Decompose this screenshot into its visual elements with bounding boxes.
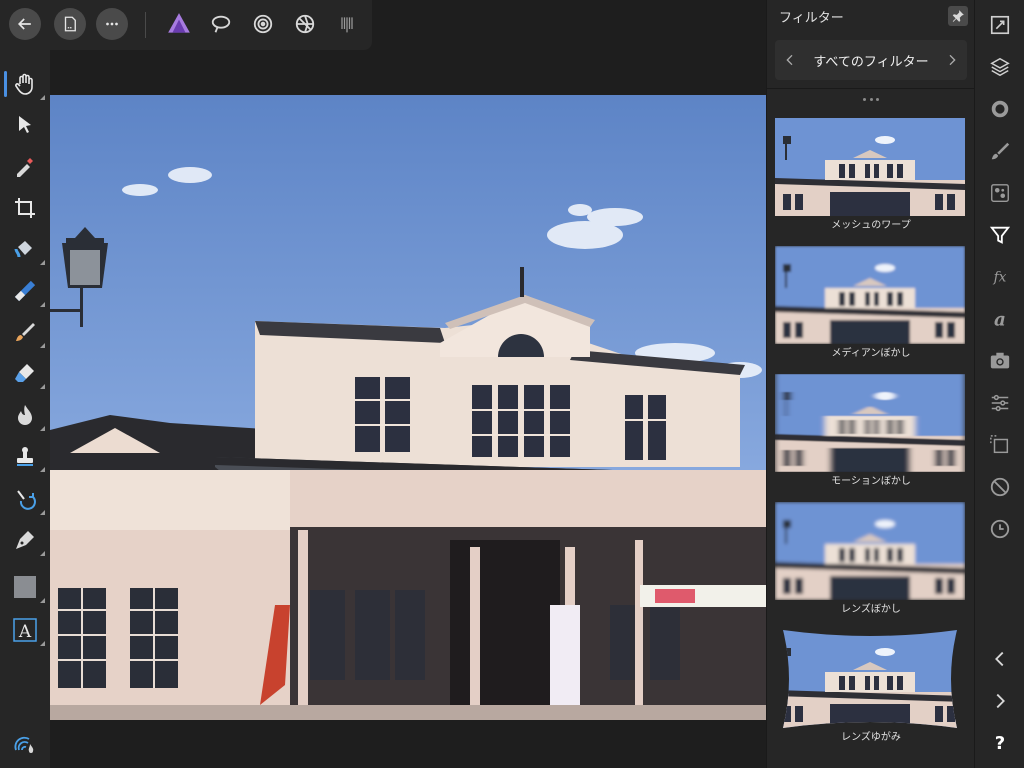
color-picker-icon[interactable] [9, 150, 41, 182]
tools-toolbar: A [0, 50, 50, 768]
app-window: A フィルター すべてのフィルター メッシュのワープ メディアンぼかし モーショ… [0, 0, 1024, 768]
filter-label: レンズゆがみ [841, 732, 901, 743]
filter-thumbnail [775, 118, 965, 216]
flood-fill-icon[interactable] [9, 233, 45, 265]
move-tool-icon[interactable] [9, 109, 41, 141]
filter-label: レンズぼかし [841, 604, 901, 615]
filter-label: モーションぼかし [831, 476, 911, 487]
fx-icon[interactable]: fx [986, 263, 1014, 291]
hand-tool-icon[interactable] [4, 68, 45, 100]
filter-item[interactable]: レンズぼかし [775, 502, 967, 630]
filter-item[interactable]: レンズゆがみ [775, 630, 967, 758]
filter-item[interactable]: モーションぼかし [775, 374, 967, 502]
top-toolbar [0, 0, 372, 50]
help-label: ? [994, 732, 1006, 754]
canvas-size-icon[interactable] [986, 11, 1014, 39]
adjustments-icon[interactable] [986, 389, 1014, 417]
dodge-burn-icon[interactable] [9, 399, 45, 431]
layers-icon[interactable] [986, 53, 1014, 81]
filter-thumbnail [775, 374, 965, 472]
photo-image[interactable] [50, 95, 766, 720]
pen-tool-icon[interactable] [9, 524, 45, 556]
develop-persona-icon[interactable] [247, 8, 279, 40]
help-icon[interactable]: ? [986, 729, 1014, 757]
svg-text:A: A [18, 622, 32, 642]
text-styles-icon[interactable]: a [986, 305, 1014, 333]
pin-icon[interactable] [948, 6, 968, 26]
panel-title: フィルター [779, 10, 844, 26]
brushes-icon[interactable] [986, 137, 1014, 165]
filter-item[interactable]: メッシュのワープ [775, 118, 967, 246]
filters-panel: フィルター すべてのフィルター メッシュのワープ メディアンぼかし モーションぼ… [766, 0, 975, 768]
color-swatch-icon[interactable] [9, 728, 41, 760]
transform-icon[interactable] [986, 431, 1014, 459]
ellipsis-icon[interactable] [96, 8, 128, 40]
gradient-tool-icon[interactable] [9, 275, 45, 307]
red-eye-icon[interactable] [9, 483, 45, 515]
filter-thumbnail [775, 502, 965, 600]
studio-toolbar: fx a ? [974, 0, 1024, 768]
liquify-persona-icon[interactable] [205, 8, 237, 40]
toolbar-separator [145, 12, 146, 38]
filter-list: メッシュのワープ メディアンぼかし モーションぼかし レンズぼかし レンズゆがみ [775, 118, 967, 768]
paint-brush-icon[interactable] [9, 316, 45, 348]
category-prev-icon[interactable] [781, 48, 799, 72]
filter-label: メッシュのワープ [831, 220, 911, 231]
history-icon[interactable] [986, 515, 1014, 543]
scroll-handle[interactable] [863, 98, 879, 102]
document-canvas[interactable] [50, 50, 766, 768]
clone-stamp-icon[interactable] [9, 440, 45, 472]
filter-label: メディアンぼかし [831, 348, 911, 359]
station-photo [50, 95, 766, 720]
chevron-left-icon[interactable] [986, 645, 1014, 673]
filter-item[interactable]: メディアンぼかし [775, 246, 967, 374]
filter-category-label: すべてのフィルター [813, 54, 929, 70]
svg-text:fx: fx [993, 270, 1007, 286]
filter-category-selector[interactable]: すべてのフィルター [775, 40, 967, 80]
text-tool-icon[interactable]: A [9, 614, 45, 646]
no-entry-icon[interactable] [986, 473, 1014, 501]
channels-icon[interactable] [986, 179, 1014, 207]
filter-thumbnail [775, 630, 965, 728]
color-wheel-icon[interactable] [986, 95, 1014, 123]
panel-divider [767, 88, 975, 89]
erase-brush-icon[interactable] [9, 357, 45, 389]
back-arrow-icon[interactable] [9, 8, 41, 40]
export-persona-icon[interactable] [331, 8, 363, 40]
filters-icon[interactable] [986, 221, 1014, 249]
chevron-right-icon[interactable] [986, 687, 1014, 715]
tone-mapping-persona-icon[interactable] [289, 8, 321, 40]
shape-tool-icon[interactable] [9, 571, 45, 603]
photo-persona-icon[interactable] [163, 8, 195, 40]
crop-tool-icon[interactable] [9, 192, 41, 224]
filter-thumbnail [775, 246, 965, 344]
camera-icon[interactable] [986, 347, 1014, 375]
document-icon[interactable] [54, 8, 86, 40]
svg-text:a: a [994, 309, 1006, 330]
panel-header: フィルター [767, 0, 974, 32]
category-next-icon[interactable] [943, 48, 961, 72]
